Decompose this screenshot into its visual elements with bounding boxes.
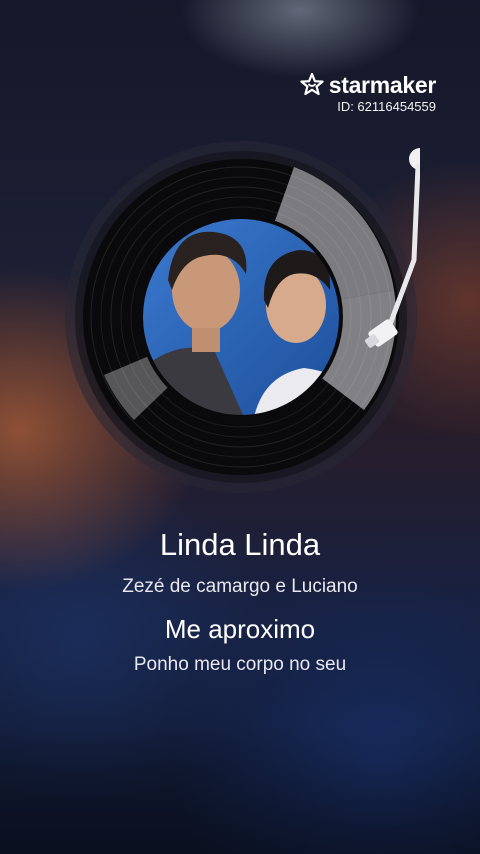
brand-name: starmaker: [328, 72, 437, 98]
user-id: ID: 62116454559: [337, 99, 436, 114]
song-title: Linda Linda: [159, 527, 321, 562]
background-shade: [0, 724, 480, 854]
brand-row: starmaker: [299, 72, 436, 98]
song-artist: Zezé de camargo e Luciano: [122, 576, 358, 597]
lyric-current-line: Me aproximo: [164, 614, 316, 644]
tonearm-icon: [340, 140, 420, 380]
starmaker-star-icon: [299, 72, 325, 98]
player-screen: starmaker ID: 62116454559 Linda Linda Ze…: [0, 0, 480, 854]
lyric-next-line: Ponho meu corpo no seu: [133, 654, 347, 675]
brand-watermark: starmaker ID: 62116454559: [299, 72, 436, 114]
